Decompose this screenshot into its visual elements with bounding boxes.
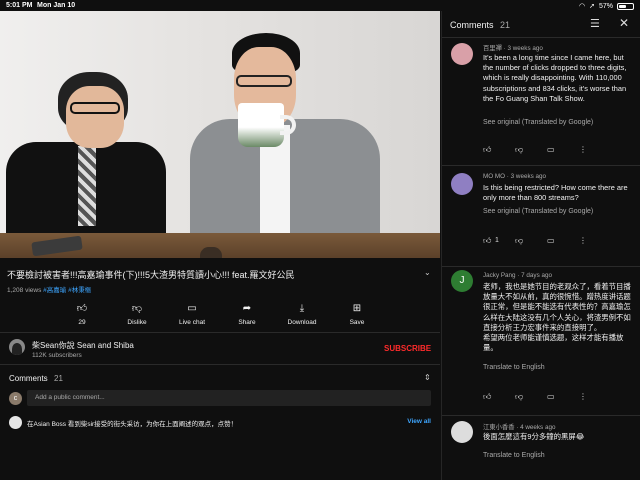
share-icon: ➦ [242,303,252,314]
action-bar: 👍︎ 29 👎︎ Dislike ▭ Live chat ➦ Share ⤓ D… [0,302,440,330]
channel-avatar[interactable] [9,339,25,355]
status-date: Mon Jan 10 [37,2,76,9]
comment-item: J Jacky Pang · 7 days ago 老师，我也是她节目的老观众了… [442,268,640,416]
commenter-avatar [9,416,22,429]
save-icon: ⊞ [352,303,362,314]
like-count: 1 [495,237,499,244]
commenter-avatar[interactable] [451,173,473,195]
video-title[interactable]: 不要檢討被害者!!!高嘉瑜事件(下)!!!5大渣男特質讀小心!!! feat.羅… [7,268,417,281]
comments-panel: Comments 21 ☰ ✕ 百里禪 · 3 weeks ago It's b… [441,11,640,480]
download-button[interactable]: ⤓ Download [272,302,332,326]
translate-link[interactable]: Translate to English [483,452,545,459]
sort-icon[interactable]: ☰ [590,17,600,30]
thumbs-up-icon[interactable]: 👍︎ [483,145,491,155]
video-person-right [190,33,390,258]
commenter-avatar[interactable] [451,43,473,65]
comment-meta: Jacky Pang · 7 days ago [483,272,552,279]
more-icon[interactable]: ⋮ [579,145,587,154]
user-avatar: c [9,392,22,405]
share-button[interactable]: ➦ Share [217,302,277,326]
comment-meta: MO MO · 3 weeks ago [483,173,547,180]
reply-icon[interactable]: ▭ [547,236,555,245]
share-label: Share [238,319,256,326]
thumbs-up-icon[interactable]: 👍︎ [483,236,491,246]
dislike-button[interactable]: 👎︎ Dislike [107,302,167,326]
like-button[interactable]: 👍︎ 29 [52,302,112,326]
subscriber-count: 112K subscribers [32,352,82,359]
channel-row[interactable]: 柴Sean你說 Sean and Shiba 112K subscribers … [0,336,440,362]
status-time: 5:01 PM [6,2,33,9]
close-icon[interactable]: ✕ [619,16,629,30]
like-count: 29 [78,319,86,326]
reply-icon[interactable]: ▭ [547,392,555,401]
video-mug [238,103,284,147]
live-chat-button[interactable]: ▭ Live chat [162,302,222,326]
hashtag-link[interactable]: #高嘉瑜 [43,287,66,294]
live-chat-icon: ▭ [187,303,197,314]
save-label: Save [349,319,365,326]
comment-actions: 👍︎ 1 👎︎ ▭ ⋮ [483,236,633,248]
subscribe-button[interactable]: SUBSCRIBE [384,344,431,353]
status-icons: ◠ ➚ 57% [579,2,634,10]
comment-actions: 👍︎ 👎︎ ▭ ⋮ [483,145,633,157]
thumbs-down-icon[interactable]: 👎︎ [515,145,523,155]
comment-text: It's been a long time since I came here,… [483,53,627,103]
view-count: 1,208 views [7,287,42,294]
channel-name[interactable]: 柴Sean你說 Sean and Shiba [32,340,134,351]
video-player[interactable] [0,11,440,258]
video-meta: 1,208 views #高嘉瑜 #林秉樞 [7,284,91,294]
comment-meta: 江東小香香 · 4 weeks ago [483,424,556,431]
comment-actions: 👍︎ 👎︎ ▭ ⋮ [483,392,633,404]
divider [0,364,440,365]
comment-text: 後面怎麼這有9分多鐘的黑屏😂 [483,432,585,441]
more-icon[interactable]: ⋮ [579,236,587,245]
see-original-link[interactable]: See original (Translated by Google) [483,208,593,215]
video-person-left [0,66,166,258]
comments-panel-title: Comments [450,20,494,30]
divider [0,332,440,333]
battery-percent: 57% [598,2,613,10]
status-bar: 5:01 PM Mon Jan 10 ◠ ➚ 57% [0,0,640,11]
view-all-button[interactable]: View all [407,418,431,425]
dislike-label: Dislike [127,319,147,326]
more-icon[interactable]: ⋮ [579,392,587,401]
thumbs-down-icon: 👎︎ [131,303,143,314]
comments-count: 21 [54,374,63,383]
see-original-link[interactable]: See original (Translated by Google) [483,119,593,126]
top-comment-text: 在Asian Boss 看到柴sir接受的街头采访，为你在上面阐述的观点，点赞！ [27,421,238,428]
top-comment-preview[interactable]: 在Asian Boss 看到柴sir接受的街头采访，为你在上面阐述的观点，点赞！… [9,414,434,432]
comment-item: 百里禪 · 3 weeks ago It's been a long time … [442,38,640,166]
commenter-avatar[interactable] [451,421,473,443]
battery-icon [617,2,634,10]
comment-text: Is this being restricted? How come there… [483,183,628,203]
comments-label: Comments [9,374,48,383]
expand-collapse-icon[interactable]: ⇕ [424,373,431,382]
comments-panel-header: Comments 21 ☰ ✕ [442,11,640,38]
location-icon: ➚ [589,3,595,10]
translate-link[interactable]: Translate to English [483,364,545,371]
chevron-down-icon[interactable]: ⌄ [424,268,431,277]
comment-item: MO MO · 3 weeks ago Is this being restri… [442,167,640,267]
commenter-avatar[interactable]: J [451,270,473,292]
video-dog-figurine [200,247,222,258]
comments-panel-count: 21 [500,20,511,30]
wifi-icon: ◠ [579,3,586,10]
comment-meta: 百里禪 · 3 weeks ago [483,45,543,52]
thumbs-up-icon[interactable]: 👍︎ [483,392,491,402]
thumbs-up-icon: 👍︎ [76,303,88,314]
comment-text: 老师，我也是她节目的老观众了，看着节目播放量大不如从前，真的很惋惜。蹭热度讲话题… [483,282,631,353]
add-comment-input[interactable]: Add a public comment... [27,390,431,406]
battery-fill [619,4,627,8]
download-icon: ⤓ [299,303,305,314]
reply-icon[interactable]: ▭ [547,145,555,154]
thumbs-down-icon[interactable]: 👎︎ [515,236,523,246]
save-button[interactable]: ⊞ Save [327,302,387,326]
thumbs-down-icon[interactable]: 👎︎ [515,392,523,402]
comment-item: 江東小香香 · 4 weeks ago 後面怎麼這有9分多鐘的黑屏😂 Trans… [442,417,640,480]
live-chat-label: Live chat [178,319,206,326]
hashtag-link[interactable]: #林秉樞 [68,287,91,294]
comments-teaser[interactable]: Comments 21 ⇕ c Add a public comment... … [0,368,440,434]
download-label: Download [287,319,317,326]
